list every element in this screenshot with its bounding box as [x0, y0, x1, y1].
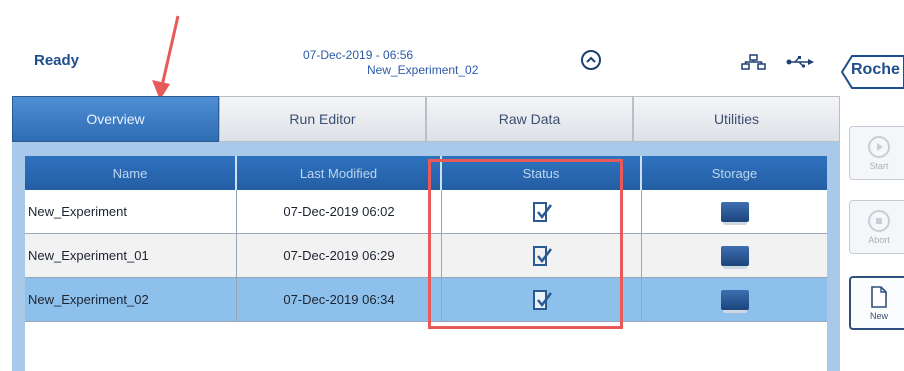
- eject-up-button[interactable]: [581, 50, 601, 70]
- tab-overview[interactable]: Overview: [12, 96, 219, 142]
- current-datetime: 07-Dec-2019 - 06:56 New_Experiment_02: [303, 48, 478, 78]
- tab-run-editor[interactable]: Run Editor: [219, 96, 426, 142]
- main-tabs: Overview Run Editor Raw Data Utilities: [12, 96, 840, 142]
- datetime-text: 07-Dec-2019 - 06:56: [303, 48, 414, 62]
- chevron-up-icon: [586, 56, 596, 63]
- annotation-arrow: [152, 15, 180, 100]
- start-button[interactable]: Start: [849, 126, 904, 180]
- last-modified: 07-Dec-2019 06:02: [237, 190, 442, 233]
- start-button-label: Start: [869, 160, 889, 171]
- current-experiment: New_Experiment_02: [367, 63, 479, 77]
- overview-panel: Name Last Modified Status Storage New_Ex…: [12, 142, 840, 371]
- abort-button[interactable]: Abort: [849, 200, 904, 254]
- new-button-label: New: [869, 310, 888, 321]
- column-header-storage[interactable]: Storage: [642, 156, 827, 190]
- experiment-name: New_Experiment_01: [25, 234, 237, 277]
- status-highlight-box: [428, 159, 623, 329]
- book-icon: [720, 289, 749, 313]
- book-icon: [720, 245, 749, 269]
- column-header-name[interactable]: Name: [25, 156, 237, 190]
- storage-cell: [642, 278, 827, 321]
- table-row-selected[interactable]: New_Experiment_02 07-Dec-2019 06:34: [25, 278, 827, 322]
- table-header: Name Last Modified Status Storage: [25, 156, 827, 190]
- new-button[interactable]: New: [849, 276, 904, 330]
- usb-icon: [786, 56, 814, 68]
- network-icon: [741, 54, 766, 70]
- experiment-name: New_Experiment: [25, 190, 237, 233]
- last-modified: 07-Dec-2019 06:29: [237, 234, 442, 277]
- abort-button-label: Abort: [868, 234, 890, 245]
- experiment-table: Name Last Modified Status Storage New_Ex…: [25, 156, 827, 371]
- stop-icon: [868, 209, 890, 232]
- experiment-name: New_Experiment_02: [25, 278, 237, 321]
- column-header-last-modified[interactable]: Last Modified: [237, 156, 442, 190]
- roche-logo-text: Roche: [851, 61, 900, 78]
- book-icon: [720, 201, 749, 225]
- table-row[interactable]: New_Experiment 07-Dec-2019 06:02: [25, 190, 827, 234]
- new-document-icon: [871, 285, 887, 308]
- storage-cell: [642, 190, 827, 233]
- last-modified: 07-Dec-2019 06:34: [237, 278, 442, 321]
- storage-cell: [642, 234, 827, 277]
- play-icon: [868, 135, 890, 158]
- tab-utilities[interactable]: Utilities: [633, 96, 840, 142]
- instrument-status: Ready: [34, 52, 80, 69]
- table-row[interactable]: New_Experiment_01 07-Dec-2019 06:29: [25, 234, 827, 278]
- tab-raw-data[interactable]: Raw Data: [426, 96, 633, 142]
